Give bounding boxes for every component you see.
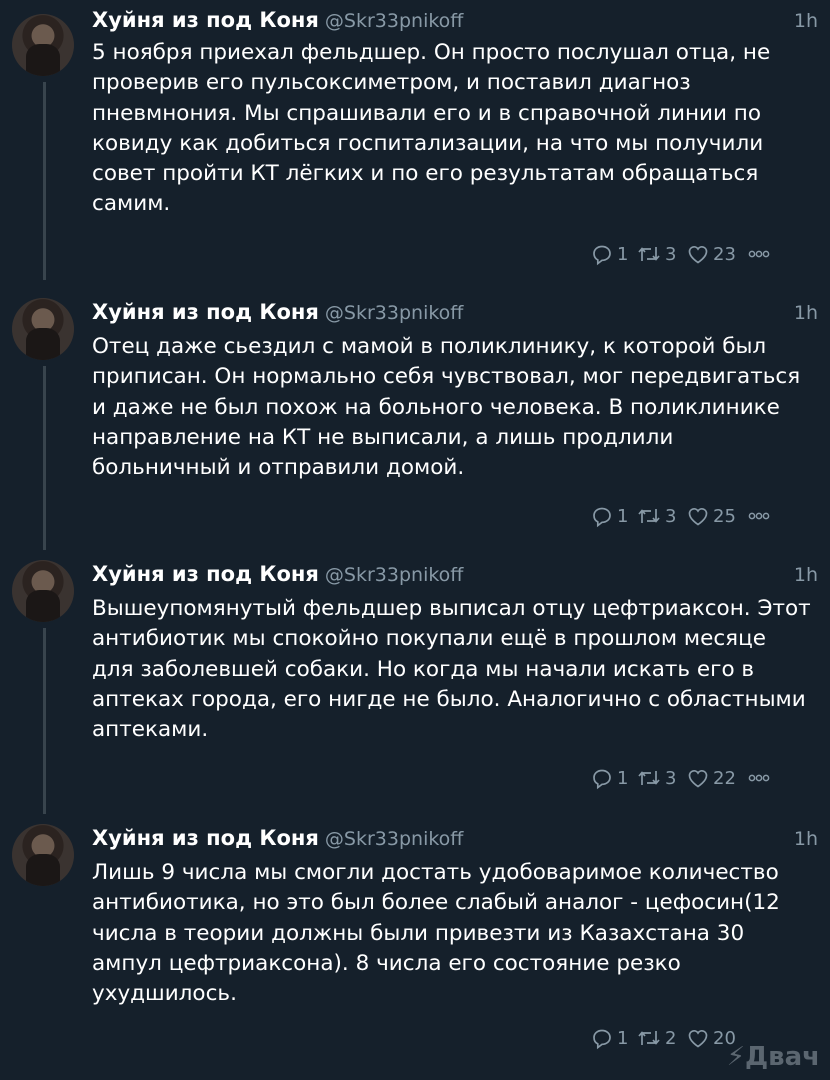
tweet-time[interactable]: 1h — [794, 828, 818, 850]
avatar[interactable] — [12, 560, 74, 622]
avatar[interactable] — [12, 298, 74, 360]
retweet-count: 2 — [665, 1027, 677, 1049]
more-button[interactable] — [746, 242, 776, 266]
like-count: 22 — [713, 767, 736, 789]
reply-count: 1 — [617, 243, 629, 265]
retweet-count: 3 — [665, 767, 677, 789]
heart-icon — [688, 1030, 708, 1048]
retweet-button[interactable]: 3 — [636, 504, 686, 528]
author-name[interactable]: Хуйня из под Коня — [92, 300, 319, 324]
author-handle[interactable]: @Skr33pnikoff — [325, 828, 463, 850]
more-button[interactable] — [746, 766, 776, 790]
tweet-text: 5 ноября приехал фельдшер. Он просто пос… — [92, 40, 771, 217]
author-name[interactable]: Хуйня из под Коня — [92, 562, 319, 586]
tweet-header: Хуйня из под Коня @Skr33pnikoff — [92, 562, 463, 592]
heart-icon — [688, 246, 708, 264]
reply-button[interactable]: 1 — [590, 242, 636, 266]
reply-icon — [593, 1029, 611, 1050]
tweet-text: Вышеупомянутый фельдшер выписал отцу цеф… — [92, 596, 811, 743]
heart-icon — [688, 770, 708, 788]
author-name[interactable]: Хуйня из под Коня — [92, 8, 319, 32]
reply-icon — [593, 769, 611, 790]
retweet-icon — [638, 1031, 660, 1045]
reply-icon — [593, 245, 611, 266]
retweet-button[interactable]: 3 — [636, 242, 686, 266]
retweet-icon — [638, 247, 660, 261]
heart-icon — [688, 508, 708, 526]
avatar[interactable] — [12, 14, 74, 76]
tweet-time[interactable]: 1h — [794, 564, 818, 586]
reply-count: 1 — [617, 767, 629, 789]
tweet[interactable]: Хуйня из под Коня @Skr33pnikoff 1h 5 нояб… — [0, 0, 830, 280]
reply-button[interactable]: 1 — [590, 504, 636, 528]
tweet-actions: 1 3 25 — [590, 502, 776, 530]
tweet-header: Хуйня из под Коня @Skr33pnikoff — [92, 8, 463, 38]
more-icon — [748, 512, 770, 520]
tweet[interactable]: Хуйня из под Коня @Skr33pnikoff 1h Отец д… — [0, 290, 830, 550]
retweet-count: 3 — [665, 505, 677, 527]
retweet-button[interactable]: 3 — [636, 766, 686, 790]
more-icon — [748, 774, 770, 782]
tweet-actions: 1 2 20 — [590, 1024, 746, 1052]
more-icon — [748, 250, 770, 258]
thread-line — [43, 628, 46, 814]
avatar[interactable] — [12, 824, 74, 886]
like-button[interactable]: 25 — [686, 504, 746, 528]
tweet-time[interactable]: 1h — [794, 302, 818, 324]
thread-line — [43, 82, 46, 280]
author-name[interactable]: Хуйня из под Коня — [92, 826, 319, 850]
tweet-actions: 1 3 22 — [590, 764, 776, 792]
tweet[interactable]: Хуйня из под Коня @Skr33pnikoff 1h Вышеуп… — [0, 552, 830, 814]
lightning-icon: ⚡ — [726, 1042, 745, 1072]
tweet-header: Хуйня из под Коня @Skr33pnikoff — [92, 300, 463, 330]
retweet-icon — [638, 771, 660, 785]
like-count: 25 — [713, 505, 736, 527]
reply-button[interactable]: 1 — [590, 1026, 636, 1050]
more-button[interactable] — [746, 504, 776, 528]
tweet-text: Отец даже сьездил с мамой в поликлинику,… — [92, 334, 801, 481]
reply-count: 1 — [617, 1027, 629, 1049]
tweet-header: Хуйня из под Коня @Skr33pnikoff — [92, 826, 463, 856]
watermark-logo: ⚡Двач — [727, 1042, 820, 1072]
like-button[interactable]: 23 — [686, 242, 746, 266]
like-button[interactable]: 22 — [686, 766, 746, 790]
author-handle[interactable]: @Skr33pnikoff — [325, 10, 463, 32]
tweet-text: Лишь 9 числа мы смогли достать удобовари… — [92, 860, 780, 1007]
tweet[interactable]: Хуйня из под Коня @Skr33pnikoff 1h Лишь 9… — [0, 816, 830, 1080]
like-count: 23 — [713, 243, 736, 265]
tweet-actions: 1 3 23 — [590, 240, 776, 268]
reply-icon — [593, 507, 611, 528]
retweet-button[interactable]: 2 — [636, 1026, 686, 1050]
tweet-time[interactable]: 1h — [794, 10, 818, 32]
author-handle[interactable]: @Skr33pnikoff — [325, 564, 463, 586]
thread-line — [43, 366, 46, 550]
author-handle[interactable]: @Skr33pnikoff — [325, 302, 463, 324]
reply-button[interactable]: 1 — [590, 766, 636, 790]
retweet-count: 3 — [665, 243, 677, 265]
retweet-icon — [638, 509, 660, 523]
watermark-text: Двач — [744, 1042, 820, 1072]
reply-count: 1 — [617, 505, 629, 527]
